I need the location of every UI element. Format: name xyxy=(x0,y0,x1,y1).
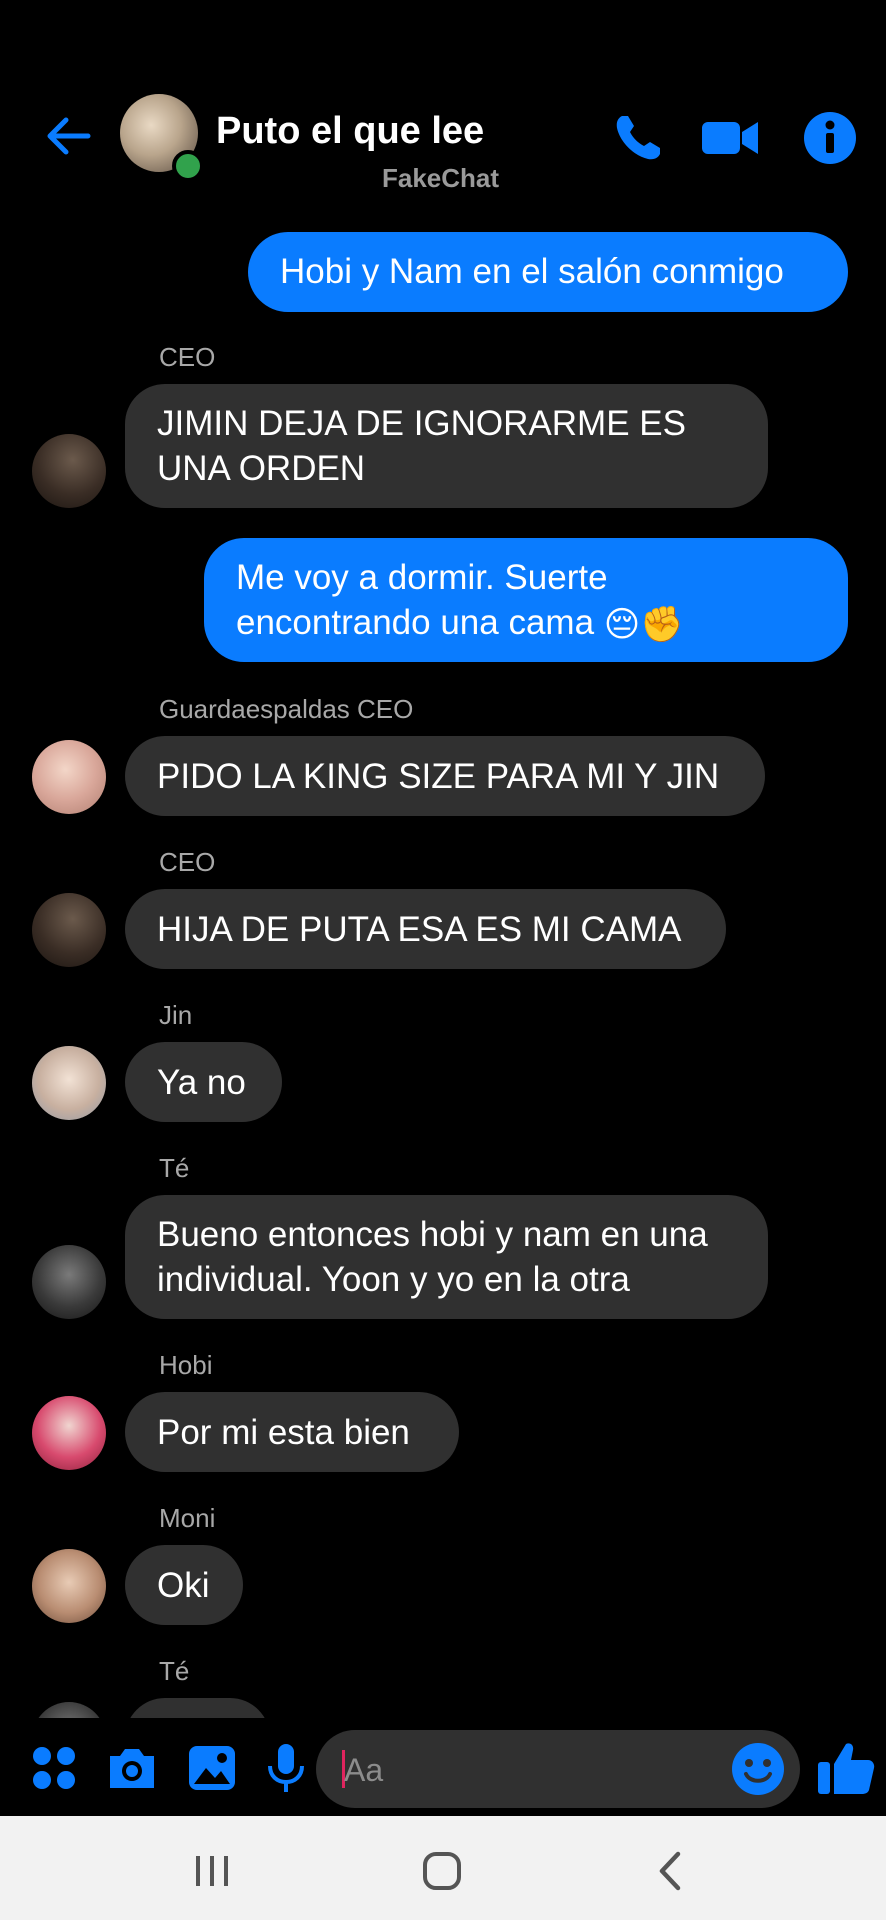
apps-icon[interactable] xyxy=(26,1740,82,1796)
message-line: Bueno entonces hobi y nam en una xyxy=(157,1215,708,1254)
avatar-te[interactable] xyxy=(32,1245,106,1319)
message-bubble-incoming[interactable]: Ya no xyxy=(125,1042,282,1122)
sender-name: Té xyxy=(159,1153,190,1183)
recent-apps-icon[interactable] xyxy=(182,1846,242,1896)
avatar-moni[interactable] xyxy=(32,1549,106,1623)
back-arrow-icon[interactable] xyxy=(40,108,96,164)
message-input[interactable] xyxy=(342,1730,726,1810)
system-navigation-bar xyxy=(0,1816,886,1920)
message-bubble-incoming[interactable] xyxy=(125,1698,270,1718)
pensive-fist-emoji: 😔✊ xyxy=(603,605,684,645)
online-status-dot xyxy=(172,150,204,182)
phone-icon[interactable] xyxy=(608,108,668,168)
composer-bar xyxy=(0,1718,886,1816)
message-text: Hobi y Nam en el salón conmigo xyxy=(280,252,784,291)
message-list[interactable]: Hobi y Nam en el salón conmigo CEO JIMIN… xyxy=(0,200,886,1718)
message-bubble-incoming[interactable]: Oki xyxy=(125,1545,243,1625)
sender-name: Hobi xyxy=(159,1350,213,1380)
message-bubble-incoming[interactable]: PIDO LA KING SIZE PARA MI Y JIN xyxy=(125,736,765,816)
sender-name: CEO xyxy=(159,342,216,372)
message-line: UNA ORDEN xyxy=(157,449,366,488)
message-text: Ya no xyxy=(157,1063,246,1102)
info-icon[interactable] xyxy=(800,108,860,168)
message-line: encontrando una cama xyxy=(236,603,595,642)
camera-icon[interactable] xyxy=(104,1740,160,1796)
gallery-icon[interactable] xyxy=(184,1740,240,1796)
sender-name: Guardaespaldas CEO xyxy=(159,694,414,724)
avatar-ceo[interactable] xyxy=(32,893,106,967)
message-bubble-outgoing[interactable]: Hobi y Nam en el salón conmigo xyxy=(248,232,848,312)
back-icon[interactable] xyxy=(642,1846,702,1896)
avatar-te[interactable] xyxy=(32,1702,106,1718)
message-line: individual. Yoon y yo en la otra xyxy=(157,1260,630,1299)
emoji-icon[interactable] xyxy=(730,1741,786,1797)
message-bubble-incoming[interactable]: HIJA DE PUTA ESA ES MI CAMA xyxy=(125,889,726,969)
sender-name: Moni xyxy=(159,1503,216,1533)
chat-subtitle: FakeChat xyxy=(382,163,500,193)
message-text: Por mi esta bien xyxy=(157,1413,410,1452)
avatar-hobi[interactable] xyxy=(32,1396,106,1470)
message-bubble-incoming[interactable]: Bueno entonces hobi y nam en una individ… xyxy=(125,1195,768,1319)
thumbs-up-icon[interactable] xyxy=(814,1736,878,1800)
avatar-guardaespaldas[interactable] xyxy=(32,740,106,814)
message-text: Oki xyxy=(157,1566,210,1605)
chat-title[interactable]: Puto el que lee xyxy=(216,110,484,153)
chat-header: Puto el que lee FakeChat xyxy=(0,0,886,200)
message-input-box[interactable] xyxy=(316,1730,800,1810)
sender-name: Té xyxy=(159,1656,190,1686)
home-icon[interactable] xyxy=(412,1846,472,1896)
avatar-jin[interactable] xyxy=(32,1046,106,1120)
message-bubble-incoming[interactable]: JIMIN DEJA DE IGNORARME ES UNA ORDEN xyxy=(125,384,768,508)
message-text: PIDO LA KING SIZE PARA MI Y JIN xyxy=(157,757,720,796)
video-camera-icon[interactable] xyxy=(700,108,760,168)
message-bubble-incoming[interactable]: Por mi esta bien xyxy=(125,1392,459,1472)
sender-name: CEO xyxy=(159,847,216,877)
message-line: JIMIN DEJA DE IGNORARME ES xyxy=(157,404,686,443)
avatar-ceo[interactable] xyxy=(32,434,106,508)
sender-name: Jin xyxy=(159,1000,193,1030)
message-text: HIJA DE PUTA ESA ES MI CAMA xyxy=(157,910,682,949)
microphone-icon[interactable] xyxy=(258,1740,314,1796)
message-bubble-outgoing[interactable]: Me voy a dormir. Suerte encontrando una … xyxy=(204,538,848,662)
message-line: Me voy a dormir. Suerte xyxy=(236,558,608,597)
